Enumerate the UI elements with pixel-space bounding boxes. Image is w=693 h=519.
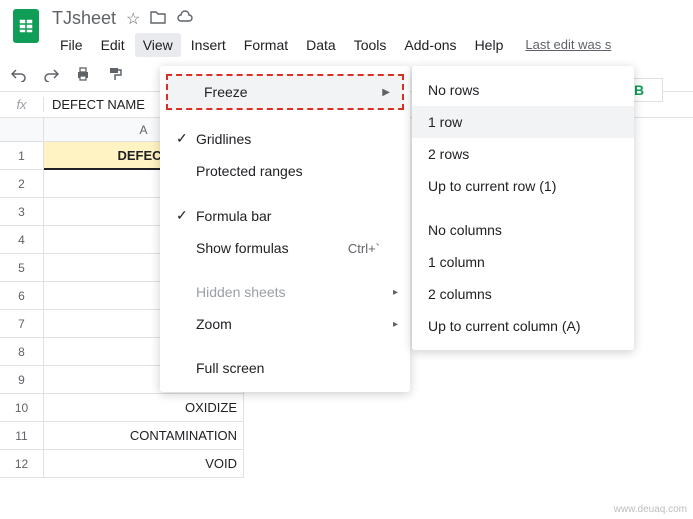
menu-insert[interactable]: Insert	[183, 33, 234, 57]
menu-hidden-sheets: Hidden sheets ▸	[160, 276, 410, 308]
menu-full-screen-label: Full screen	[196, 360, 380, 376]
row-header[interactable]: 4	[0, 226, 44, 254]
freeze-2-columns[interactable]: 2 columns	[412, 278, 634, 310]
row-header[interactable]: 12	[0, 450, 44, 478]
print-icon[interactable]	[72, 63, 94, 85]
menu-full-screen[interactable]: Full screen	[160, 352, 410, 384]
row-header[interactable]: 9	[0, 366, 44, 394]
row-header[interactable]: 10	[0, 394, 44, 422]
select-all-corner[interactable]	[0, 118, 44, 142]
freeze-up-to-row[interactable]: Up to current row (1)	[412, 170, 634, 202]
row-header[interactable]: 6	[0, 282, 44, 310]
freeze-2-rows[interactable]: 2 rows	[412, 138, 634, 170]
freeze-submenu: No rows 1 row 2 rows Up to current row (…	[412, 66, 634, 350]
last-edit-link[interactable]: Last edit was s	[525, 33, 611, 57]
menu-view[interactable]: View	[135, 33, 181, 57]
chevron-right-icon: ▸	[393, 319, 398, 330]
menu-file[interactable]: File	[52, 33, 91, 57]
move-icon[interactable]	[150, 10, 166, 27]
menu-tools[interactable]: Tools	[346, 33, 395, 57]
row-header[interactable]: 5	[0, 254, 44, 282]
check-icon: ✓	[176, 207, 196, 224]
fx-label: fx	[0, 97, 44, 112]
star-icon[interactable]: ☆	[126, 9, 140, 29]
row-header[interactable]: 7	[0, 310, 44, 338]
menu-protected-label: Protected ranges	[196, 163, 380, 179]
menu-show-formulas[interactable]: Show formulasCtrl+`	[160, 232, 410, 264]
row-header[interactable]: 1	[0, 142, 44, 170]
menu-formula-bar-label: Formula bar	[196, 208, 380, 224]
menu-freeze[interactable]: Freeze ▶	[166, 74, 404, 110]
watermark: www.deuaq.com	[614, 504, 687, 515]
menu-addons[interactable]: Add-ons	[396, 33, 464, 57]
menu-data[interactable]: Data	[298, 33, 344, 57]
cloud-icon[interactable]	[176, 10, 194, 27]
freeze-1-column[interactable]: 1 column	[412, 246, 634, 278]
menu-formula-bar[interactable]: ✓Formula bar	[160, 199, 410, 232]
paint-format-icon[interactable]	[104, 63, 126, 85]
menu-gridlines-label: Gridlines	[196, 131, 380, 147]
undo-icon[interactable]	[8, 63, 30, 85]
cell[interactable]: VOID	[44, 450, 244, 478]
freeze-up-to-column[interactable]: Up to current column (A)	[412, 310, 634, 342]
chevron-right-icon: ▶	[382, 87, 390, 98]
menu-protected-ranges[interactable]: Protected ranges	[160, 155, 410, 187]
cell[interactable]: OXIDIZE	[44, 394, 244, 422]
row-header[interactable]: 3	[0, 198, 44, 226]
redo-icon[interactable]	[40, 63, 62, 85]
menu-gridlines[interactable]: ✓Gridlines	[160, 122, 410, 155]
check-icon: ✓	[176, 130, 196, 147]
freeze-no-columns[interactable]: No columns	[412, 214, 634, 246]
menu-hidden-sheets-label: Hidden sheets	[196, 284, 380, 300]
menubar: File Edit View Insert Format Data Tools …	[52, 33, 685, 57]
row-header[interactable]: 11	[0, 422, 44, 450]
cell[interactable]: CONTAMINATION	[44, 422, 244, 450]
freeze-no-rows[interactable]: No rows	[412, 74, 634, 106]
chevron-right-icon: ▸	[393, 287, 398, 298]
shortcut-label: Ctrl+`	[348, 241, 380, 256]
menu-show-formulas-label: Show formulas	[196, 240, 348, 256]
menu-edit[interactable]: Edit	[93, 33, 133, 57]
menu-format[interactable]: Format	[236, 33, 296, 57]
row-header[interactable]: 8	[0, 338, 44, 366]
document-title[interactable]: TJsheet	[52, 8, 116, 29]
view-dropdown: Freeze▶ ✓Gridlines Protected ranges ✓For…	[160, 66, 410, 392]
sheets-logo[interactable]	[8, 8, 44, 44]
formula-bar-input[interactable]: DEFECT NAME	[44, 97, 153, 112]
freeze-1-row[interactable]: 1 row	[412, 106, 634, 138]
menu-freeze-label: Freeze	[204, 84, 372, 100]
row-header[interactable]: 2	[0, 170, 44, 198]
menu-zoom[interactable]: Zoom ▸	[160, 308, 410, 340]
menu-help[interactable]: Help	[467, 33, 512, 57]
menu-zoom-label: Zoom	[196, 316, 380, 332]
